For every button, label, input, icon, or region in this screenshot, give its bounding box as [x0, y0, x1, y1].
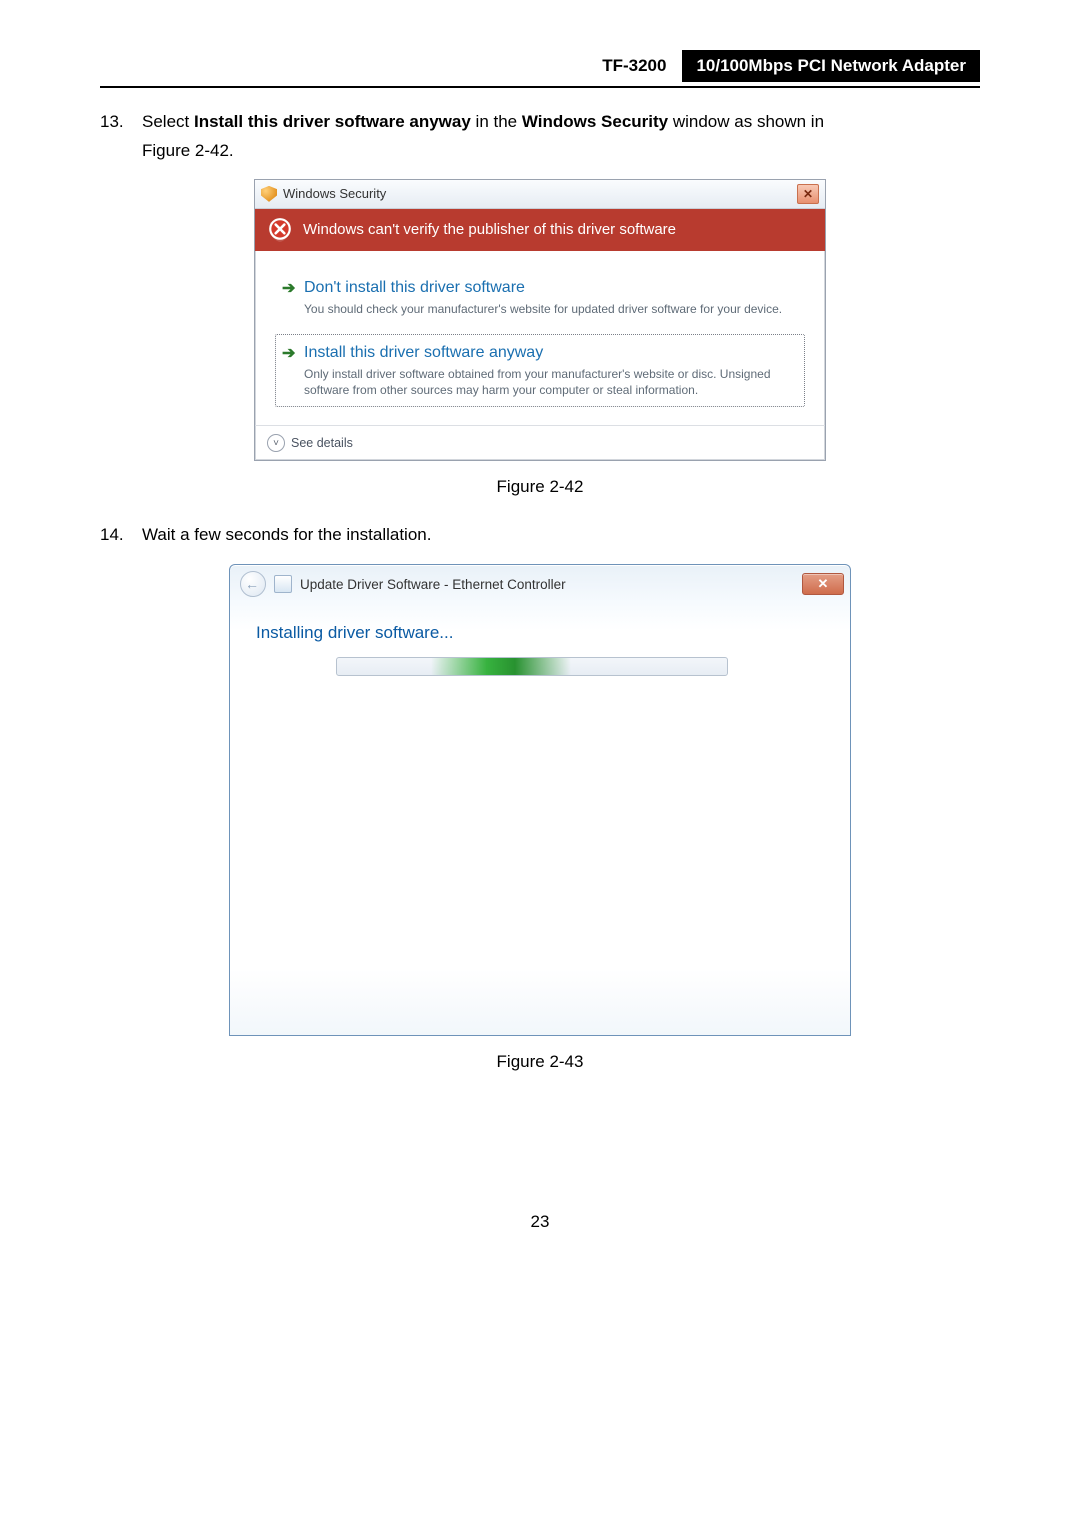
back-button[interactable]: ← [240, 571, 266, 597]
see-details-label: See details [291, 436, 353, 450]
option-title: Install this driver software anyway [304, 344, 543, 362]
option-desc: You should check your manufacturer's web… [304, 301, 794, 317]
dialog-title: Windows Security [283, 186, 386, 201]
option-desc: Only install driver software obtained fr… [304, 366, 794, 398]
shield-x-icon [267, 217, 293, 243]
page-number: 23 [100, 1212, 980, 1232]
option-dont-install[interactable]: ➔ Don't install this driver software You… [275, 269, 805, 326]
step-13: 13. Select Install this driver software … [100, 108, 980, 137]
page-header: TF-3200 10/100Mbps PCI Network Adapter [100, 50, 980, 88]
warning-banner: Windows can't verify the publisher of th… [255, 209, 825, 251]
update-driver-dialog: ← Update Driver Software - Ethernet Cont… [229, 564, 851, 1036]
option-install-anyway[interactable]: ➔ Install this driver software anyway On… [275, 334, 805, 407]
progress-fill [431, 658, 571, 675]
option-title: Don't install this driver software [304, 279, 525, 297]
model-code: TF-3200 [602, 56, 682, 76]
figure-caption-42: Figure 2-42 [100, 477, 980, 497]
banner-text: Windows can't verify the publisher of th… [303, 221, 676, 238]
step-14: 14. Wait a few seconds for the installat… [100, 521, 980, 550]
step-13-line2: Figure 2-42. [142, 141, 980, 161]
arrow-icon: ➔ [282, 278, 296, 298]
see-details-toggle[interactable]: ˅ See details [255, 425, 825, 460]
windows-security-dialog: Windows Security ✕ Windows can't verify … [254, 179, 826, 462]
arrow-icon: ➔ [282, 343, 296, 363]
step-text: Wait a few seconds for the installation. [142, 521, 980, 550]
step-text: Select Install this driver software anyw… [142, 108, 980, 137]
installer-icon [274, 575, 292, 593]
step-number: 13. [100, 108, 142, 137]
dialog-titlebar: Windows Security ✕ [255, 180, 825, 209]
figure-caption-43: Figure 2-43 [100, 1052, 980, 1072]
product-name: 10/100Mbps PCI Network Adapter [682, 50, 980, 82]
dialog-breadcrumb: Update Driver Software - Ethernet Contro… [300, 577, 566, 592]
shield-icon [261, 186, 277, 202]
installing-heading: Installing driver software... [256, 623, 824, 643]
chevron-down-icon: ˅ [267, 434, 285, 452]
step-number: 14. [100, 521, 142, 550]
close-button[interactable]: ✕ [802, 573, 844, 595]
close-button[interactable]: ✕ [797, 184, 819, 204]
progress-bar [336, 657, 728, 676]
